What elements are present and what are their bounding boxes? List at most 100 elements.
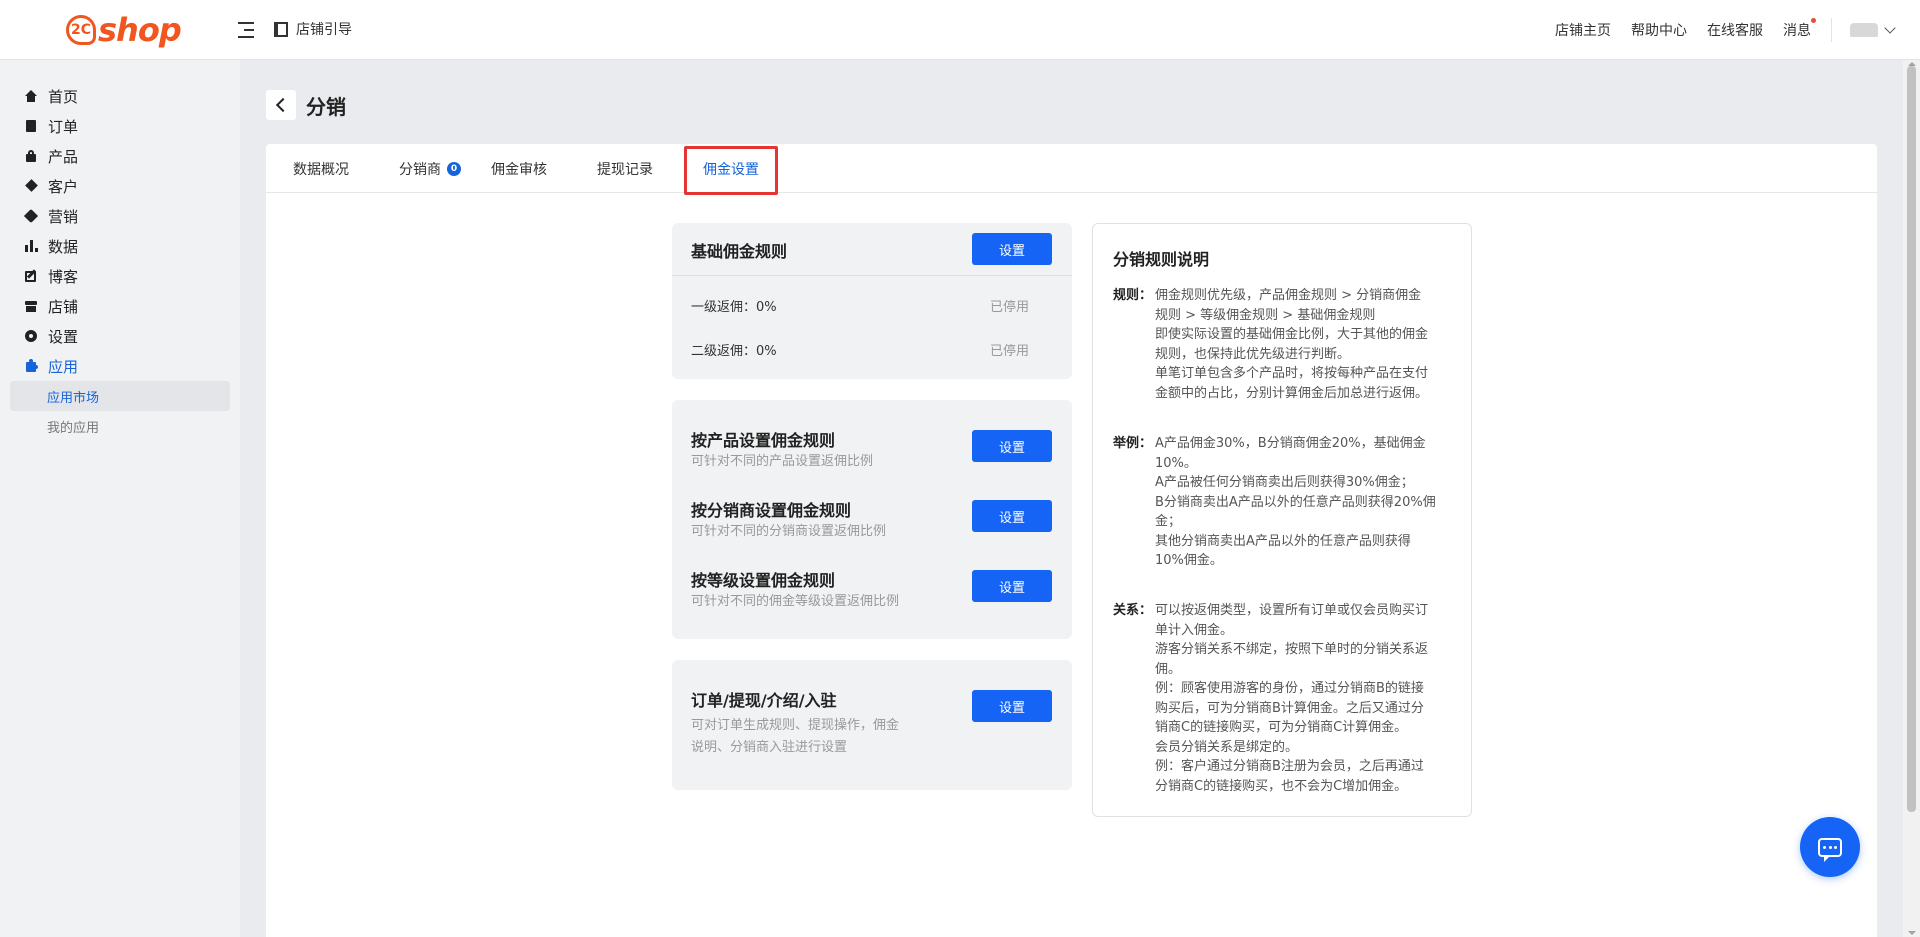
sidebar-item-products[interactable]: 产品 — [24, 145, 78, 167]
sidebar-item-store[interactable]: 店铺 — [24, 295, 78, 317]
order-settings-desc-line2: 说明、分销商入驻进行设置 — [691, 740, 848, 755]
chevron-left-icon — [275, 97, 291, 113]
rule-line: 销商C的链接购买，可为分销商C计算佣金。 — [1155, 720, 1408, 735]
rule-block-rules: 规则： 佣金规则优先级，产品佣金规则 > 分销商佣金 规则 > 等级佣金规则 >… — [1113, 286, 1453, 403]
rule-line: 购买后，可为分销商B计算佣金。之后又通过分 — [1155, 700, 1424, 716]
level-rule-title: 按等级设置佣金规则 — [691, 571, 836, 590]
diamond-icon — [24, 179, 38, 193]
tab-bar: 数据概况 分销商 0 佣金审核 提现记录 佣金设置 — [266, 144, 1877, 193]
rule-body: 可以按返佣类型，设置所有订单或仅会员购买订 单计入佣金。 游客分销关系不绑定，按… — [1155, 601, 1428, 796]
rule-line: 其他分销商卖出A产品以外的任意产品则获得 — [1155, 533, 1411, 549]
rule-line: 规则 > 等级佣金规则 > 基础佣金规则 — [1155, 307, 1376, 323]
rule-line: 分销商C的链接购买，也不会为C增加佣金。 — [1155, 778, 1408, 794]
rule-line: 例：顾客使用游客的身份，通过分销商B的链接 — [1155, 681, 1424, 696]
sidebar-item-label: 应用 — [48, 357, 79, 376]
rule-line: 即使实际设置的基础佣金比例，大于其他的佣金 — [1155, 327, 1429, 342]
chat-icon — [1818, 837, 1842, 862]
rule-body: A产品佣金30%，B分销商佣金20%，基础佣金 10%。 A产品被任何分销商卖出… — [1155, 434, 1436, 571]
rule-line: 佣。 — [1155, 661, 1182, 677]
back-button[interactable] — [266, 90, 296, 120]
basic-rule-card: 基础佣金规则 设置 一级返佣：0% 已停用 二级返佣：0% 已停用 — [672, 223, 1072, 379]
level2-commission: 二级返佣：0% — [691, 344, 777, 359]
help-center-link[interactable]: 帮助中心 — [1631, 20, 1687, 40]
rule-label: 举例： — [1113, 436, 1153, 451]
rule-line: A产品被任何分销商卖出后则获得30%佣金； — [1155, 475, 1414, 490]
rule-label: 关系： — [1113, 603, 1153, 618]
bag-icon — [24, 149, 38, 163]
rule-line: 游客分销关系不绑定，按照下单时的分销关系返 — [1155, 642, 1429, 657]
sidebar-item-apps[interactable]: 应用 — [24, 355, 78, 377]
tab-commission-review[interactable]: 佣金审核 — [491, 144, 547, 193]
basic-rule-title: 基础佣金规则 — [691, 242, 788, 261]
rule-line: 单计入佣金。 — [1155, 622, 1234, 638]
logo-bag-icon: 2C — [66, 15, 96, 45]
sidebar-item-marketing[interactable]: 营销 — [23, 205, 79, 227]
tab-distributors[interactable]: 分销商 0 — [399, 144, 461, 193]
menu-toggle-icon[interactable] — [238, 18, 254, 42]
order-settings-desc-line1: 可对订单生成规则、提现操作，佣金 — [691, 718, 900, 733]
store-guide-link[interactable]: 店铺引导 — [274, 19, 352, 39]
tab-withdraw-records[interactable]: 提现记录 — [597, 144, 653, 193]
distributor-rule-title: 按分销商设置佣金规则 — [691, 501, 852, 520]
level2-status: 已停用 — [990, 344, 1030, 359]
sidebar-sub-app-market[interactable]: 应用市场 — [10, 381, 230, 411]
count-badge: 0 — [447, 161, 461, 176]
online-service-link[interactable]: 在线客服 — [1707, 20, 1763, 40]
sidebar-item-label: 订单 — [48, 117, 79, 136]
messages-link[interactable]: 消息 — [1783, 18, 1816, 40]
order-settings-title: 订单/提现/介绍/入驻 — [691, 691, 837, 710]
sidebar-item-label: 营销 — [48, 207, 79, 226]
tab-commission-settings[interactable]: 佣金设置 — [703, 144, 759, 193]
rule-line: 规则，也保持此优先级进行判断。 — [1155, 346, 1351, 362]
home-icon — [24, 89, 38, 103]
order-settings-card: 订单/提现/介绍/入驻 可对订单生成规则、提现操作，佣金 说明、分销商入驻进行设… — [672, 660, 1072, 790]
order-settings-set-button[interactable]: 设置 — [972, 690, 1052, 722]
logo-text: shop — [98, 11, 182, 49]
product-rule-title: 按产品设置佣金规则 — [691, 431, 836, 450]
level1-commission: 一级返佣：0% — [691, 300, 777, 315]
logo[interactable]: 2C shop — [66, 10, 182, 50]
sidebar-item-label: 设置 — [48, 327, 79, 346]
rule-label: 规则： — [1113, 288, 1153, 303]
user-menu[interactable] — [1850, 22, 1896, 37]
sidebar-item-label: 产品 — [48, 147, 79, 166]
chat-support-button[interactable] — [1800, 817, 1860, 877]
page-heading: 分销 — [266, 90, 346, 120]
divider — [672, 275, 1072, 276]
distributor-rule-desc: 可针对不同的分销商设置返佣比例 — [691, 524, 887, 539]
sidebar-item-label: 首页 — [48, 87, 79, 106]
sidebar-item-home[interactable]: 首页 — [24, 85, 78, 107]
rule-line: 佣金规则优先级，产品佣金规则 > 分销商佣金 — [1155, 288, 1422, 303]
tab-label: 分销商 — [399, 161, 441, 178]
basic-rule-set-button[interactable]: 设置 — [972, 233, 1052, 265]
sidebar-item-label: 店铺 — [48, 297, 79, 316]
chevron-down-icon — [1884, 22, 1896, 34]
store-guide-label: 店铺引导 — [296, 22, 352, 38]
page-scrollbar[interactable] — [1903, 60, 1920, 937]
store-home-link[interactable]: 店铺主页 — [1555, 20, 1611, 40]
tab-data-overview[interactable]: 数据概况 — [293, 144, 349, 193]
distributor-rule-set-button[interactable]: 设置 — [972, 500, 1052, 532]
scroll-thumb[interactable] — [1907, 66, 1916, 812]
store-icon — [24, 299, 38, 313]
scroll-down-icon[interactable] — [1908, 931, 1916, 935]
puzzle-icon — [24, 359, 38, 373]
sidebar-item-blog[interactable]: 博客 — [24, 265, 78, 287]
rule-line: 可以按返佣类型，设置所有订单或仅会员购买订 — [1155, 603, 1429, 618]
product-rule-set-button[interactable]: 设置 — [972, 430, 1052, 462]
sidebar-item-data[interactable]: 数据 — [24, 235, 78, 257]
level-rule-set-button[interactable]: 设置 — [972, 570, 1052, 602]
sidebar-item-customers[interactable]: 客户 — [24, 175, 78, 197]
rule-block-example: 举例： A产品佣金30%，B分销商佣金20%，基础佣金 10%。 A产品被任何分… — [1113, 434, 1453, 571]
book-icon — [274, 21, 288, 37]
sidebar-item-settings[interactable]: 设置 — [24, 325, 78, 347]
rule-line: 金额中的占比，分别计算佣金后加总进行返佣。 — [1155, 385, 1429, 401]
sidebar-sub-my-apps[interactable]: 我的应用 — [10, 411, 230, 441]
rule-line: 10%佣金。 — [1155, 553, 1223, 568]
rule-line: B分销商卖出A产品以外的任意产品则获得20%佣 — [1155, 494, 1436, 510]
custom-rules-card: 按产品设置佣金规则 可针对不同的产品设置返佣比例 设置 按分销商设置佣金规则 可… — [672, 400, 1072, 639]
rule-line: 会员分销关系是绑定的。 — [1155, 739, 1299, 755]
top-header: 2C shop 店铺引导 店铺主页 帮助中心 在线客服 消息 — [0, 0, 1920, 60]
sidebar-item-orders[interactable]: 订单 — [24, 115, 78, 137]
rule-line: 单笔订单包含多个产品时，将按每种产品在支付 — [1155, 366, 1429, 381]
